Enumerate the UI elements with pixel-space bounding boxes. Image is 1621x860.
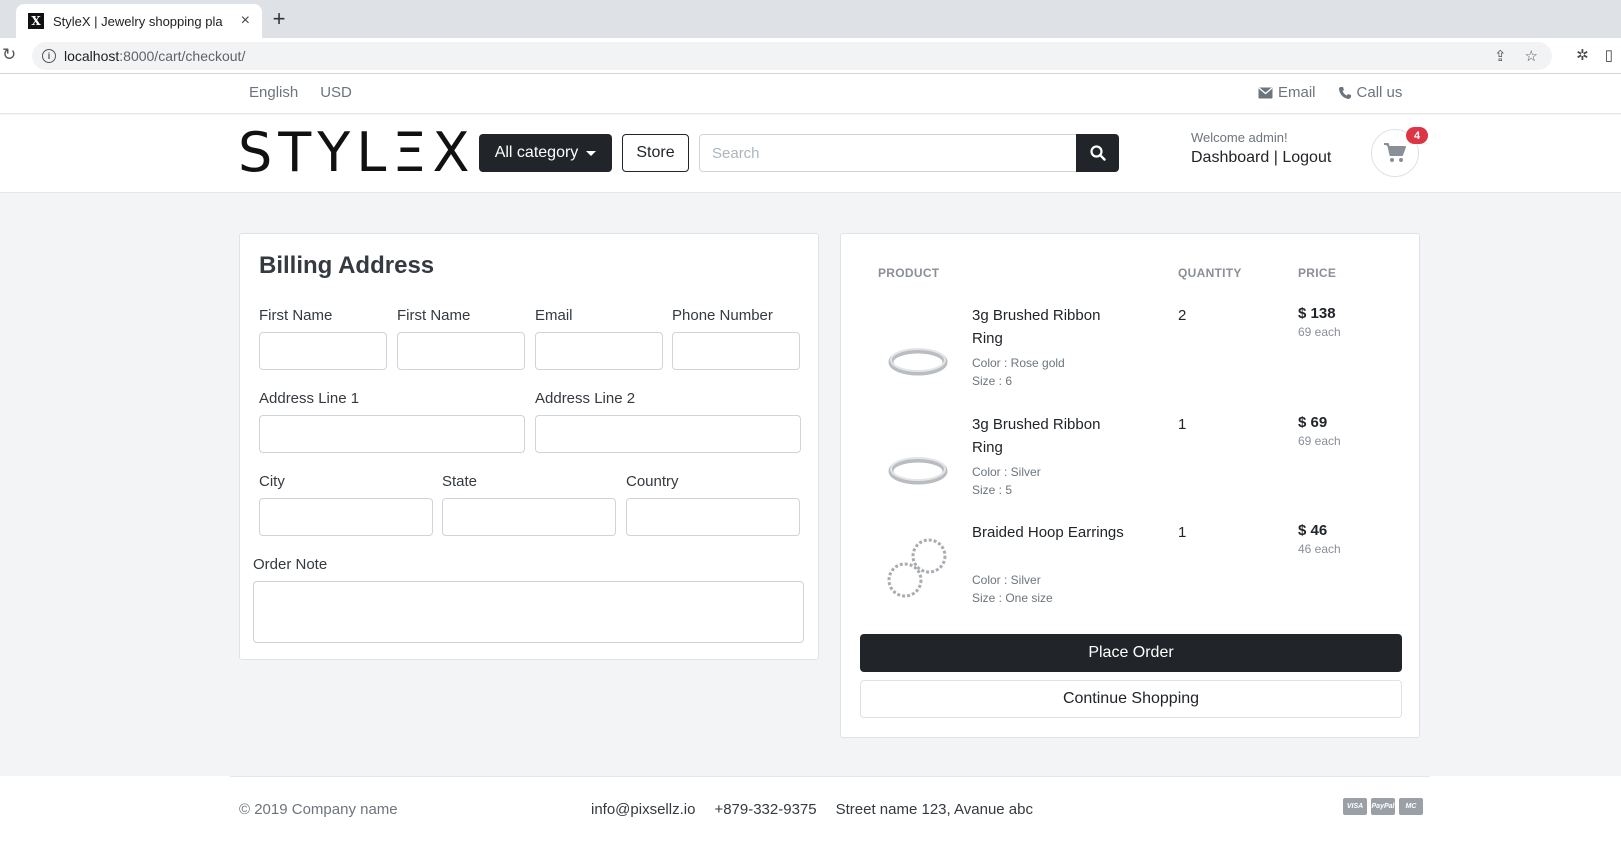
email-field[interactable] bbox=[535, 332, 663, 370]
first-name-field[interactable] bbox=[259, 332, 387, 370]
item-size: Size : 5 bbox=[972, 483, 1013, 497]
item-color: Color : Silver bbox=[972, 465, 1041, 479]
extensions-icon[interactable]: ✲ bbox=[1576, 46, 1589, 64]
order-summary-card: PRODUCT QUANTITY PRICE 3g Brushed Ribbon… bbox=[840, 233, 1420, 738]
earrings-image bbox=[887, 538, 947, 598]
price-column-header: PRICE bbox=[1298, 266, 1337, 280]
address-line-1-label: Address Line 1 bbox=[259, 390, 360, 407]
top-bar: English USD Email Call us bbox=[0, 74, 1621, 114]
item-unit-price: 69 each bbox=[1298, 434, 1341, 448]
url-text: localhost:8000/cart/checkout/ bbox=[64, 48, 246, 64]
item-name[interactable]: 3g Brushed Ribbon Ring bbox=[972, 304, 1132, 350]
address-line-2-label: Address Line 2 bbox=[535, 390, 636, 407]
item-name[interactable]: Braided Hoop Earrings bbox=[972, 521, 1132, 544]
browser-tab[interactable]: X StyleX | Jewelry shopping platf × bbox=[16, 4, 262, 38]
new-tab-icon[interactable]: + bbox=[268, 6, 290, 32]
last-name-label: First Name bbox=[397, 307, 471, 324]
item-quantity: 1 bbox=[1178, 524, 1187, 541]
footer-divider bbox=[230, 776, 1430, 777]
logout-link[interactable]: Logout bbox=[1282, 149, 1331, 166]
product-column-header: PRODUCT bbox=[878, 266, 940, 280]
email-link[interactable]: Email bbox=[1258, 84, 1316, 101]
footer-contact: info@pixsellz.io +879-332-9375 Street na… bbox=[591, 801, 1033, 818]
bookmark-star-icon[interactable]: ☆ bbox=[1525, 47, 1538, 65]
quantity-column-header: QUANTITY bbox=[1178, 266, 1242, 280]
item-size: Size : One size bbox=[972, 591, 1053, 605]
item-price: $ 138 bbox=[1298, 305, 1336, 322]
item-unit-price: 69 each bbox=[1298, 325, 1341, 339]
country-label: Country bbox=[626, 473, 679, 490]
cart-count-badge: 4 bbox=[1406, 127, 1428, 144]
search-icon bbox=[1089, 145, 1106, 161]
language-selector[interactable]: English bbox=[249, 84, 298, 101]
address-line-2-field[interactable] bbox=[535, 415, 801, 453]
mastercard-icon: MC bbox=[1399, 798, 1423, 815]
search-button[interactable] bbox=[1076, 134, 1119, 172]
copyright-text: © 2019 Company name bbox=[239, 801, 398, 818]
city-label: City bbox=[259, 473, 285, 490]
phone-field[interactable] bbox=[672, 332, 800, 370]
close-tab-icon[interactable]: × bbox=[241, 12, 250, 30]
footer-phone[interactable]: +879-332-9375 bbox=[714, 801, 816, 818]
item-price: $ 46 bbox=[1298, 522, 1328, 539]
place-order-button[interactable]: Place Order bbox=[860, 634, 1402, 672]
state-label: State bbox=[442, 473, 478, 490]
address-line-1-field[interactable] bbox=[259, 415, 525, 453]
search-input[interactable] bbox=[699, 134, 1077, 172]
item-quantity: 1 bbox=[1178, 416, 1187, 433]
browser-toolbar: ↻ i localhost:8000/cart/checkout/ ⇪ ☆ ✲ … bbox=[0, 38, 1621, 74]
item-price: $ 69 bbox=[1298, 414, 1328, 431]
phone-label: Phone Number bbox=[672, 307, 773, 324]
city-field[interactable] bbox=[259, 498, 433, 536]
item-color: Color : Silver bbox=[972, 573, 1041, 587]
site-footer: © 2019 Company name info@pixsellz.io +87… bbox=[0, 776, 1621, 860]
ring-image bbox=[888, 348, 948, 376]
cart-icon bbox=[1384, 143, 1406, 162]
user-greeting: Welcome admin! Dashboard | Logout bbox=[1191, 130, 1331, 167]
visa-icon: VISA bbox=[1343, 798, 1367, 815]
paypal-icon: PayPal bbox=[1371, 798, 1395, 815]
site-header: STYLΞX All category Store Welcome admin!… bbox=[0, 115, 1621, 193]
item-quantity: 2 bbox=[1178, 307, 1187, 324]
billing-title: Billing Address bbox=[259, 252, 435, 279]
item-size: Size : 6 bbox=[972, 374, 1013, 388]
favicon-icon: X bbox=[28, 13, 44, 29]
envelope-icon bbox=[1258, 87, 1273, 98]
share-icon[interactable]: ⇪ bbox=[1494, 47, 1507, 65]
site-logo[interactable]: STYLΞX bbox=[238, 126, 475, 180]
continue-shopping-button[interactable]: Continue Shopping bbox=[860, 680, 1402, 718]
reload-icon[interactable]: ↻ bbox=[2, 45, 16, 65]
store-button[interactable]: Store bbox=[622, 134, 689, 172]
caret-down-icon bbox=[586, 150, 597, 156]
welcome-text: Welcome admin! bbox=[1191, 130, 1288, 145]
item-name[interactable]: 3g Brushed Ribbon Ring bbox=[972, 413, 1132, 459]
address-bar[interactable]: i localhost:8000/cart/checkout/ ⇪ ☆ bbox=[32, 42, 1552, 70]
item-unit-price: 46 each bbox=[1298, 542, 1341, 556]
info-icon[interactable]: i bbox=[42, 49, 56, 63]
order-note-label: Order Note bbox=[253, 556, 328, 573]
last-name-field[interactable] bbox=[397, 332, 525, 370]
ring-image bbox=[888, 457, 948, 485]
call-us-link[interactable]: Call us bbox=[1338, 84, 1402, 101]
dashboard-link[interactable]: Dashboard bbox=[1191, 149, 1269, 166]
tab-title: StyleX | Jewelry shopping platf bbox=[53, 13, 223, 29]
order-note-textarea[interactable] bbox=[253, 581, 804, 643]
item-color: Color : Rose gold bbox=[972, 356, 1065, 370]
footer-address: Street name 123, Avanue abc bbox=[835, 801, 1033, 818]
currency-selector[interactable]: USD bbox=[320, 84, 352, 101]
phone-icon bbox=[1338, 86, 1351, 99]
email-label: Email bbox=[535, 307, 573, 324]
payment-methods: VISA PayPal MC bbox=[1343, 798, 1423, 815]
country-field[interactable] bbox=[626, 498, 800, 536]
sidepanel-icon[interactable]: ▯ bbox=[1605, 46, 1613, 64]
state-field[interactable] bbox=[442, 498, 616, 536]
all-category-button[interactable]: All category bbox=[479, 134, 612, 172]
browser-tabstrip: X StyleX | Jewelry shopping platf × + bbox=[0, 0, 1621, 38]
first-name-label: First Name bbox=[259, 307, 333, 324]
billing-address-card: Billing Address First Name First Name Em… bbox=[239, 233, 819, 660]
link-separator: | bbox=[1273, 149, 1278, 166]
footer-email[interactable]: info@pixsellz.io bbox=[591, 801, 695, 818]
